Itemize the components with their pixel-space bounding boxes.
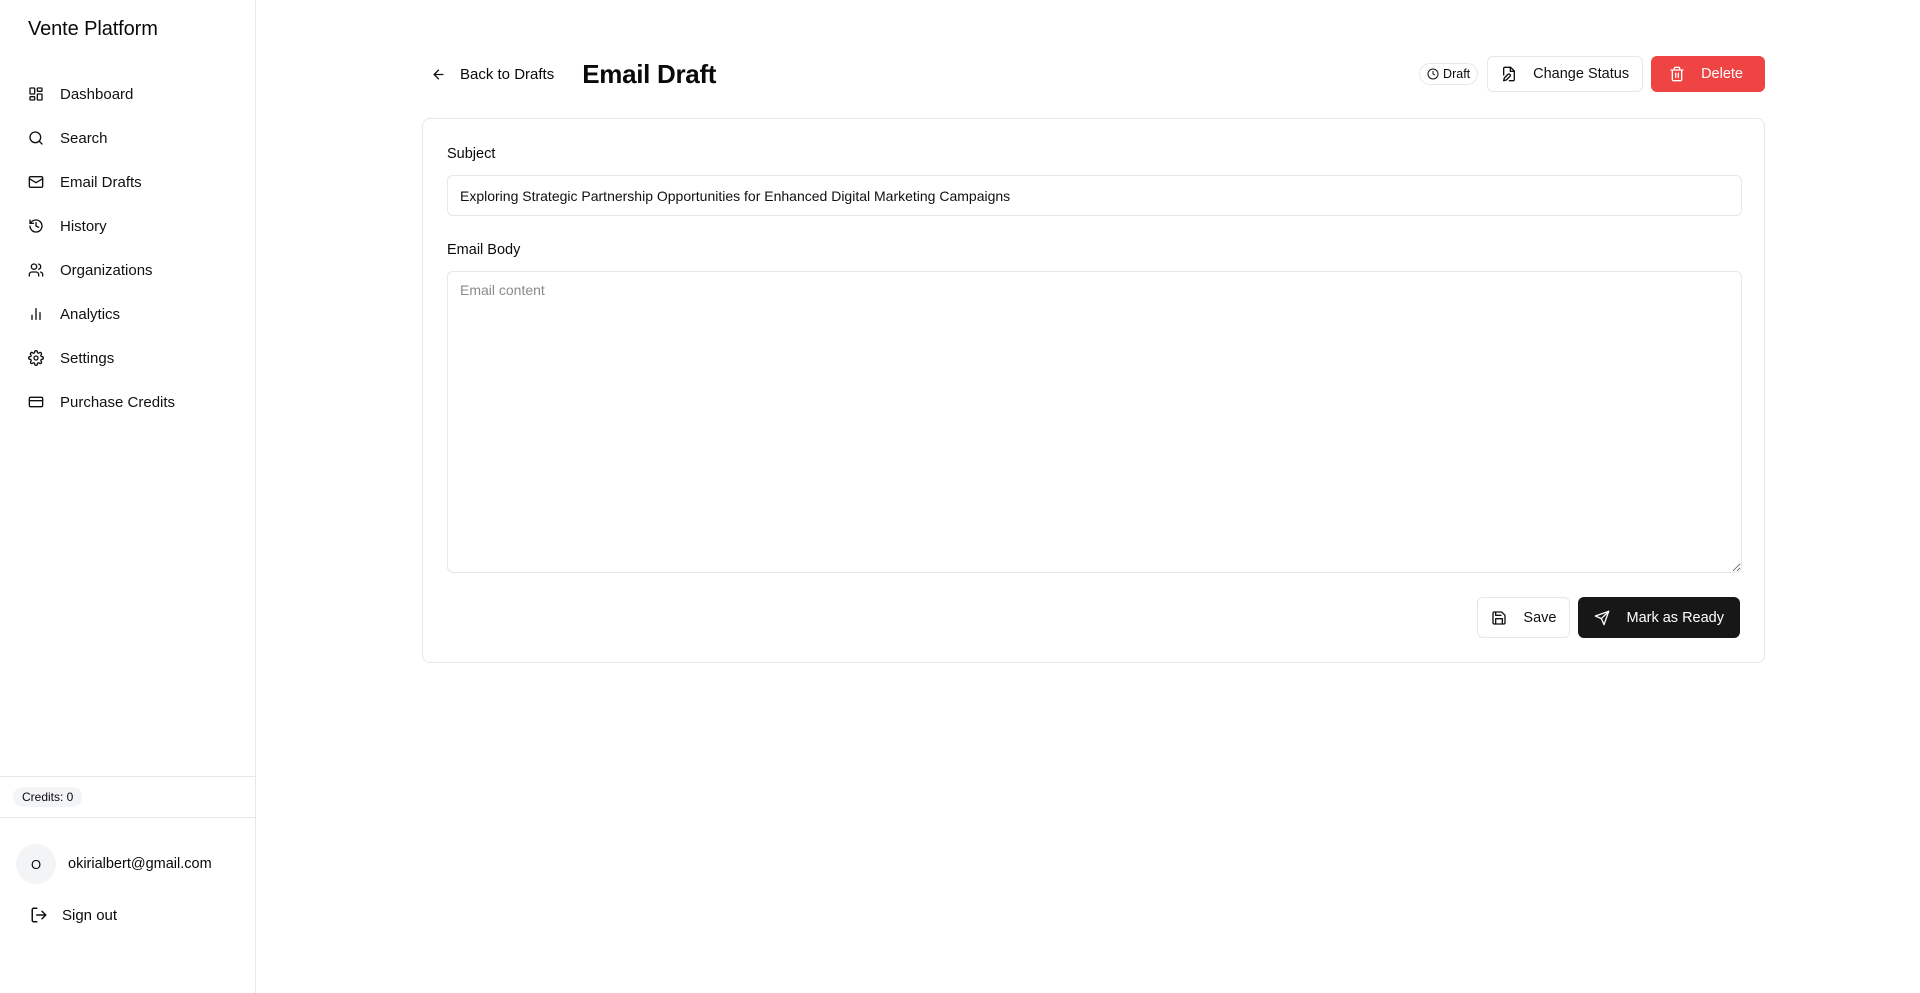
form-actions: Save Mark as Ready [1477,597,1740,638]
log-out-icon [31,907,47,923]
save-label: Save [1523,609,1557,626]
sign-out-button[interactable]: Sign out [0,894,255,936]
avatar: O [16,844,56,884]
search-icon [29,131,43,145]
credits-row: Credits: 0 [0,776,255,818]
email-body-label: Email Body [447,242,521,258]
delete-label: Delete [1701,66,1743,82]
save-icon [1492,610,1507,625]
sidebar-item-analytics[interactable]: Analytics [16,292,239,336]
sidebar-item-organizations[interactable]: Organizations [16,248,239,292]
back-to-drafts-button[interactable]: Back to Drafts [421,56,564,92]
sidebar: Vente Platform Dashboard Search Email Dr… [0,0,256,993]
sidebar-item-email-drafts[interactable]: Email Drafts [16,160,239,204]
email-body-textarea[interactable] [447,271,1742,573]
sidebar-item-dashboard[interactable]: Dashboard [16,72,239,116]
header-actions: Draft Change Status Delete [1419,56,1765,92]
user-row: O okirialbert@gmail.com [0,818,255,894]
sidebar-item-label: Analytics [60,305,121,323]
file-edit-icon [1503,66,1516,82]
sidebar-nav: Dashboard Search Email Drafts History Or… [0,62,255,424]
status-label: Draft [1443,67,1471,81]
status-badge: Draft [1419,63,1479,85]
mail-icon [28,176,44,188]
page-title: Email Draft [582,58,717,89]
credits-badge: Credits: 0 [13,787,83,807]
mark-ready-label: Mark as Ready [1626,609,1724,626]
sidebar-item-label: Dashboard [60,85,134,103]
bar-chart-icon [31,308,41,320]
history-icon [29,219,43,233]
clock-icon [1427,68,1439,80]
trash-icon [1670,66,1684,82]
sidebar-item-label: Purchase Credits [60,393,176,411]
user-email: okirialbert@gmail.com [68,856,212,872]
sidebar-footer: Credits: 0 O okirialbert@gmail.com Sign … [0,776,255,936]
sidebar-item-label: Organizations [60,261,153,279]
gear-icon [28,350,44,366]
sidebar-item-label: Search [60,129,108,147]
save-button[interactable]: Save [1477,597,1571,638]
sidebar-item-label: Email Drafts [60,173,142,191]
sign-out-label: Sign out [62,906,118,924]
sidebar-item-settings[interactable]: Settings [16,336,239,380]
subject-label: Subject [447,146,496,162]
credit-card-icon [28,396,44,408]
app-root: Vente Platform Dashboard Search Email Dr… [0,0,1920,993]
brand-title: Vente Platform [28,18,158,40]
sidebar-item-label: Settings [60,349,115,367]
email-draft-card: Subject Email Body Save Mark as Ready [422,118,1765,663]
subject-input[interactable] [447,175,1742,216]
send-icon [1595,610,1610,625]
main-content: Back to Drafts Email Draft Draft Change … [256,0,1920,993]
arrow-left-icon [433,69,444,79]
dashboard-icon [29,87,43,101]
users-icon [28,263,44,277]
mark-as-ready-button[interactable]: Mark as Ready [1578,597,1740,638]
change-status-button[interactable]: Change Status [1487,56,1644,92]
page-header: Back to Drafts Email Draft Draft Change … [421,56,1765,92]
sidebar-item-search[interactable]: Search [16,116,239,160]
sidebar-item-history[interactable]: History [16,204,239,248]
delete-button[interactable]: Delete [1651,56,1765,92]
sidebar-item-label: History [60,217,107,235]
sidebar-item-purchase-credits[interactable]: Purchase Credits [16,380,239,424]
change-status-label: Change Status [1533,66,1630,82]
back-label: Back to Drafts [460,65,555,83]
